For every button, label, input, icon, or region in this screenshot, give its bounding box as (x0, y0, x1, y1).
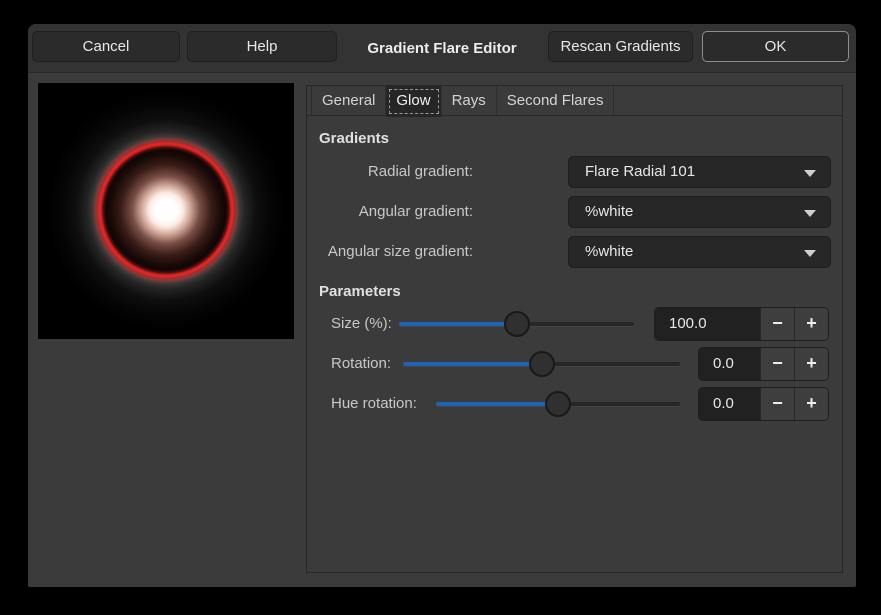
cancel-button[interactable]: Cancel (32, 31, 180, 62)
rescan-gradients-button[interactable]: Rescan Gradients (548, 31, 693, 62)
tab-general[interactable]: General (311, 86, 386, 115)
size-decrement-button[interactable]: − (760, 308, 794, 340)
rotation-increment-button[interactable]: + (794, 348, 828, 380)
help-button[interactable]: Help (187, 31, 337, 62)
slider-knob[interactable] (545, 391, 571, 417)
header-bar: Cancel Help Gradient Flare Editor Rescan… (28, 24, 856, 73)
radial-gradient-select[interactable]: Flare Radial 101 (568, 156, 831, 188)
rotation-input[interactable]: 0.0 (699, 348, 760, 380)
gradients-heading: Gradients (319, 130, 389, 147)
slider-fill (399, 322, 517, 326)
tab-second-flares[interactable]: Second Flares (497, 86, 615, 115)
ok-button[interactable]: OK (702, 31, 849, 62)
angular-gradient-label: Angular gradient: (313, 196, 473, 228)
radial-gradient-label: Radial gradient: (313, 156, 473, 188)
hue-rotation-input[interactable]: 0.0 (699, 388, 760, 420)
flare-preview (38, 83, 294, 339)
angular-size-gradient-select[interactable]: %white (568, 236, 831, 268)
tab-glow[interactable]: Glow (386, 86, 441, 117)
rotation-decrement-button[interactable]: − (760, 348, 794, 380)
angular-size-gradient-label: Angular size gradient: (313, 236, 473, 268)
parameters-heading: Parameters (319, 283, 401, 300)
rotation-label: Rotation: (331, 347, 391, 381)
angular-gradient-value: %white (585, 203, 633, 220)
rotation-slider[interactable] (403, 347, 680, 381)
tab-strip: General Glow Rays Second Flares (307, 86, 842, 116)
size-increment-button[interactable]: + (794, 308, 828, 340)
size-label: Size (%): (331, 307, 392, 341)
size-input[interactable]: 100.0 (655, 308, 760, 340)
chevron-down-icon (804, 250, 816, 257)
slider-fill (436, 402, 558, 406)
hue-rotation-label: Hue rotation: (331, 387, 417, 421)
hue-rotation-increment-button[interactable]: + (794, 388, 828, 420)
chevron-down-icon (804, 210, 816, 217)
hue-rotation-slider[interactable] (436, 387, 680, 421)
angular-size-gradient-value: %white (585, 243, 633, 260)
tab-rays[interactable]: Rays (442, 86, 497, 115)
size-slider[interactable] (399, 307, 634, 341)
tab-panel: General Glow Rays Second Flares Gradient… (306, 85, 843, 573)
gradient-flare-editor-window: Cancel Help Gradient Flare Editor Rescan… (28, 24, 856, 587)
slider-knob[interactable] (529, 351, 555, 377)
rotation-spinbutton: 0.0 − + (698, 347, 829, 381)
radial-gradient-value: Flare Radial 101 (585, 163, 695, 180)
angular-gradient-select[interactable]: %white (568, 196, 831, 228)
slider-fill (403, 362, 542, 366)
chevron-down-icon (804, 170, 816, 177)
size-spinbutton: 100.0 − + (654, 307, 829, 341)
slider-knob[interactable] (504, 311, 530, 337)
hue-rotation-decrement-button[interactable]: − (760, 388, 794, 420)
hue-rotation-spinbutton: 0.0 − + (698, 387, 829, 421)
